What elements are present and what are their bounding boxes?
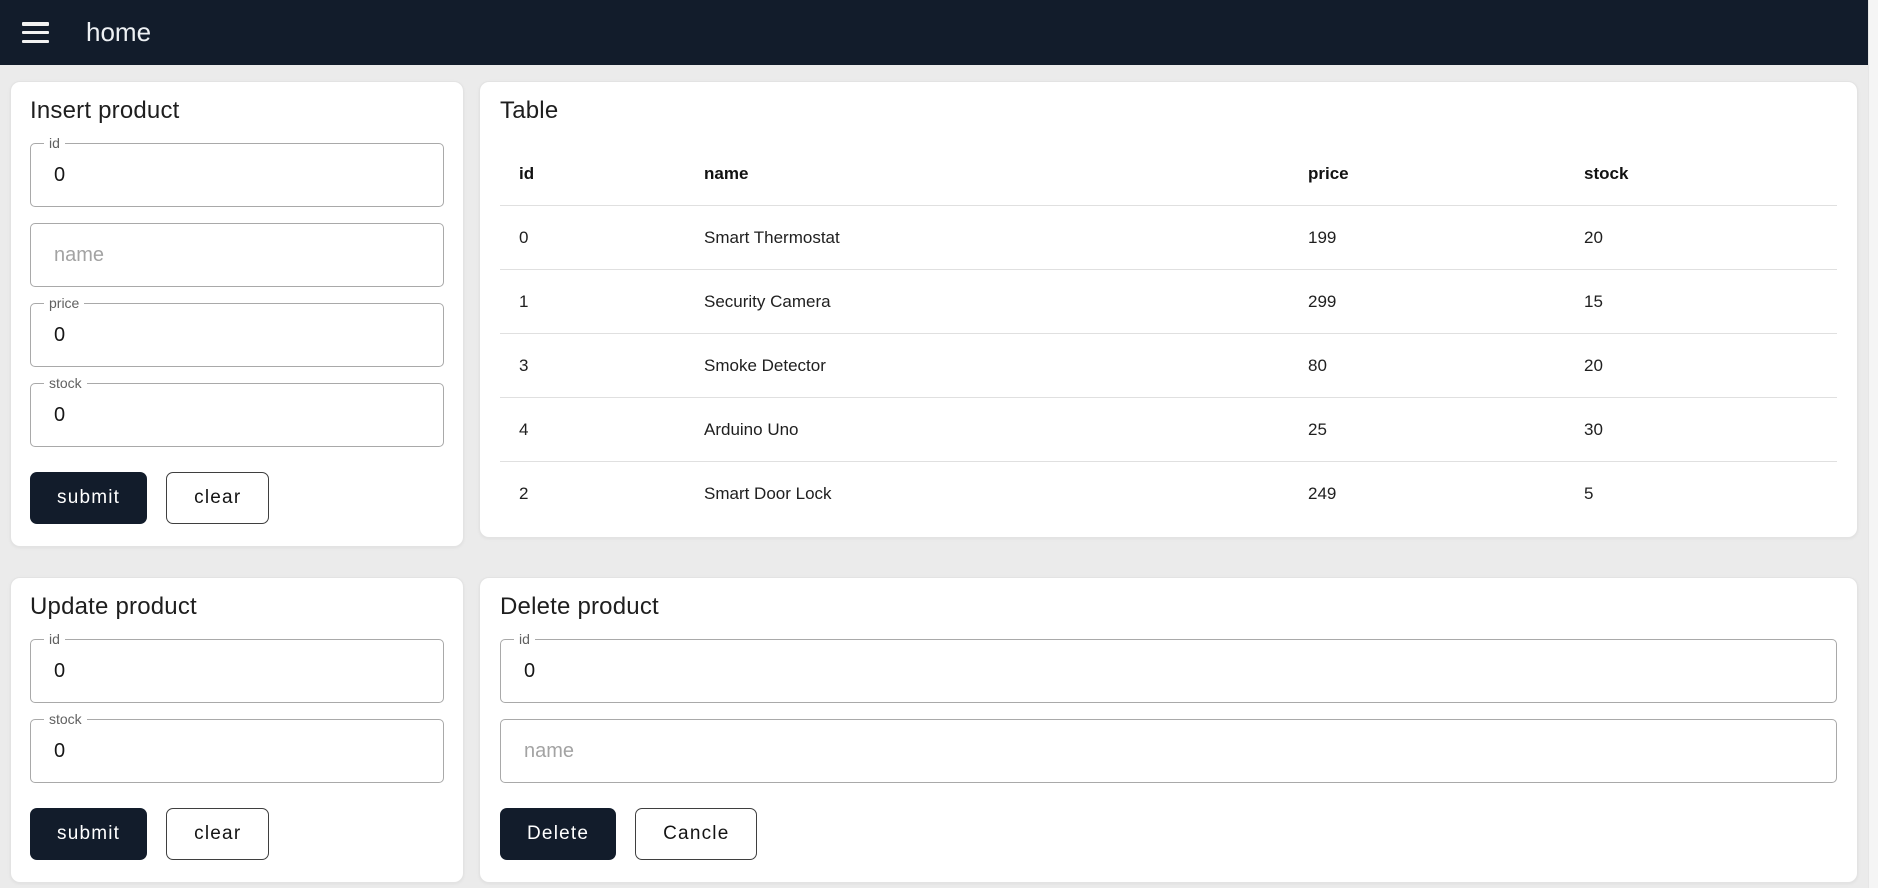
table-cell: 20 <box>1565 205 1837 270</box>
table-panel: Table id name price stock 0 Smart Thermos… <box>479 81 1858 538</box>
column-header-stock: stock <box>1565 143 1837 206</box>
update-panel-title: Update product <box>30 593 197 620</box>
column-header-price: price <box>1289 143 1565 206</box>
table-row: 4 Arduino Uno 25 30 <box>500 397 1837 462</box>
delete-name-field <box>500 719 1837 783</box>
update-id-label: id <box>44 631 65 648</box>
insert-price-field: price <box>30 295 444 367</box>
insert-id-input[interactable] <box>31 144 443 206</box>
update-id-field: id <box>30 631 444 703</box>
table-row: 1 Security Camera 299 15 <box>500 269 1837 334</box>
column-header-name: name <box>685 143 1289 206</box>
table-cell: Smart Door Lock <box>704 483 832 503</box>
table-cell: Security Camera <box>685 269 1289 334</box>
delete-name-input[interactable] <box>501 720 1836 782</box>
delete-button[interactable]: Delete <box>500 808 617 860</box>
hamburger-bar <box>22 22 49 26</box>
update-clear-button[interactable]: clear <box>166 808 270 860</box>
table-cell: 30 <box>1565 397 1837 462</box>
table-row: 3 Smoke Detector 80 20 <box>500 333 1837 398</box>
table-cell: 2 <box>519 483 529 503</box>
insert-name-field <box>30 223 444 287</box>
delete-id-field: id <box>500 631 1837 703</box>
table-cell: 25 <box>1289 397 1565 462</box>
hamburger-bar <box>22 39 49 43</box>
delete-id-label: id <box>514 631 535 648</box>
table-cell: 20 <box>1565 333 1837 398</box>
page-title: home <box>86 17 152 47</box>
insert-stock-input[interactable] <box>31 384 443 446</box>
table-row: 2 Smart Door Lock 249 5 <box>500 462 1837 526</box>
table-cell: 249 <box>1308 483 1337 503</box>
hamburger-bar <box>22 30 49 35</box>
insert-product-panel: Insert product id price stock submit cle… <box>10 81 464 547</box>
insert-stock-field: stock <box>30 375 444 447</box>
table-cell: 0 <box>500 205 685 270</box>
table-cell: 5 <box>1584 483 1594 503</box>
insert-price-input[interactable] <box>31 304 443 366</box>
main-content: Insert product id price stock submit cle… <box>0 65 1878 883</box>
table-cell: Smoke Detector <box>685 333 1289 398</box>
hamburger-menu-icon[interactable] <box>22 22 49 43</box>
insert-panel-title: Insert product <box>30 97 180 124</box>
table-header-row: id name price stock <box>500 143 1837 206</box>
products-table: id name price stock 0 Smart Thermostat 199… <box>500 143 1837 525</box>
update-stock-input[interactable] <box>31 720 443 782</box>
update-submit-button[interactable]: submit <box>30 808 148 860</box>
insert-price-label: price <box>44 295 85 312</box>
table-cell: 299 <box>1289 269 1565 334</box>
table-row: 0 Smart Thermostat 199 20 <box>500 205 1837 270</box>
update-stock-label: stock <box>44 711 87 728</box>
update-id-input[interactable] <box>31 640 443 702</box>
insert-stock-label: stock <box>44 375 87 392</box>
insert-clear-button[interactable]: clear <box>166 472 270 524</box>
table-cell: Smart Thermostat <box>685 205 1289 270</box>
delete-panel-title: Delete product <box>500 593 659 620</box>
insert-name-input[interactable] <box>31 224 443 286</box>
app-header: home <box>0 0 1878 65</box>
insert-submit-button[interactable]: submit <box>30 472 148 524</box>
table-cell: 3 <box>500 333 685 398</box>
page-scrollbar[interactable] <box>1868 0 1878 888</box>
delete-id-input[interactable] <box>501 640 1836 702</box>
table-cell: 199 <box>1289 205 1565 270</box>
table-cell: 15 <box>1565 269 1837 334</box>
cancel-button[interactable]: Cancle <box>635 808 758 860</box>
update-product-panel: Update product id stock submit clear <box>10 577 464 883</box>
table-cell: 80 <box>1289 333 1565 398</box>
table-panel-title: Table <box>500 97 559 124</box>
table-cell: 1 <box>500 269 685 334</box>
update-stock-field: stock <box>30 711 444 783</box>
insert-id-field: id <box>30 135 444 207</box>
table-body: 0 Smart Thermostat 199 20 1 Security Camera 29… <box>500 205 1837 526</box>
insert-id-label: id <box>44 135 65 152</box>
table-cell: Arduino Uno <box>685 397 1289 462</box>
delete-product-panel: Delete product id Delete Cancle <box>479 577 1858 883</box>
column-header-id: id <box>500 143 685 206</box>
table-cell: 4 <box>500 397 685 462</box>
